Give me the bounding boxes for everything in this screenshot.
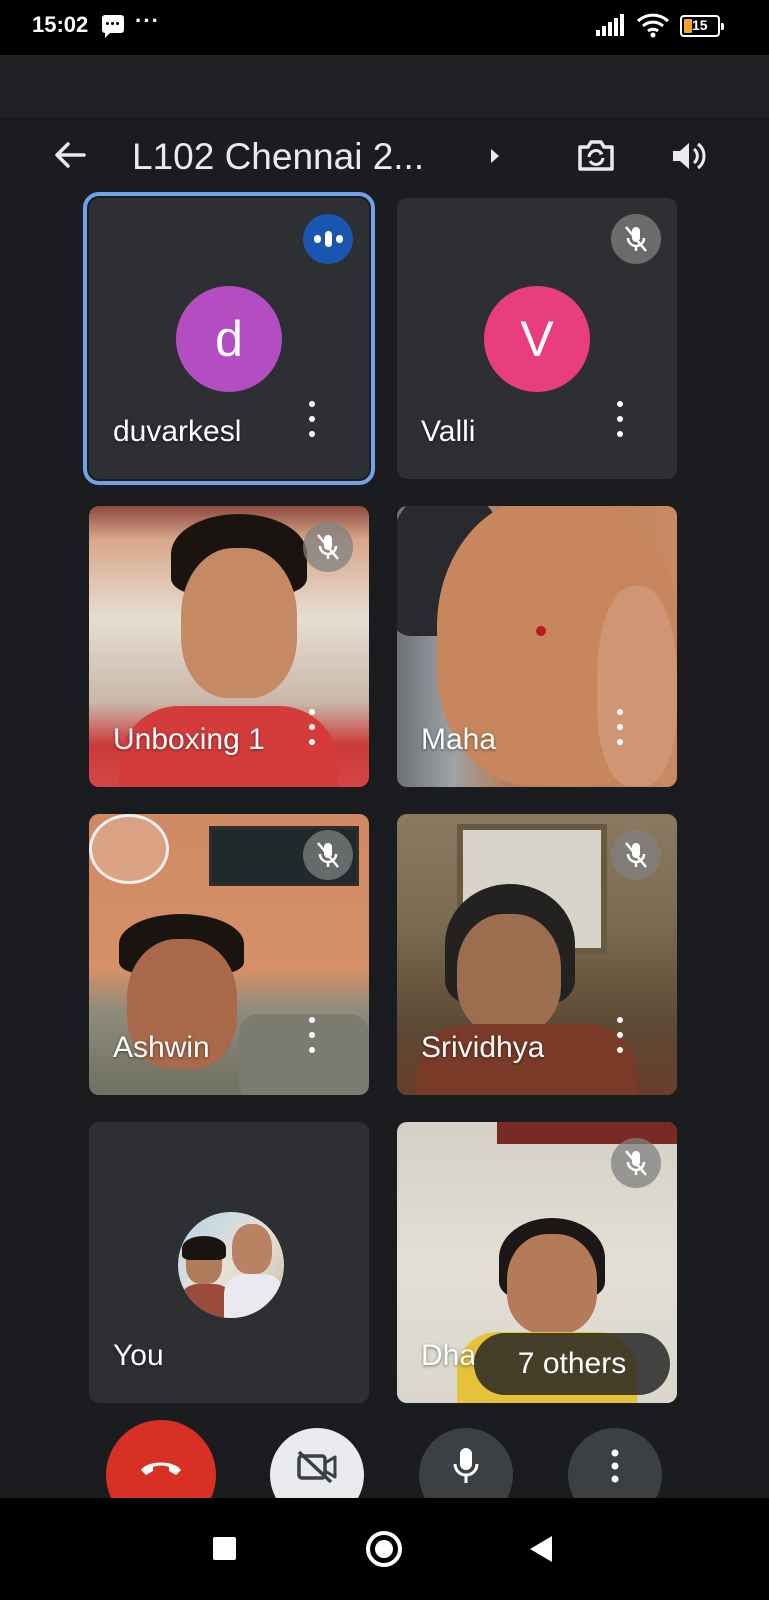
recents-icon[interactable] [213,1537,236,1560]
participant-name: Ashwin [113,1031,210,1064]
participant-name: Valli [421,415,476,448]
avatar: V [484,286,590,392]
signal-icon [596,14,624,36]
participant-name: You [113,1339,164,1372]
participant-tile[interactable]: Unboxing 1 [89,506,369,787]
mic-off-icon [303,830,353,880]
phone-hangup-icon [141,1462,181,1475]
participant-name: Dha [421,1339,477,1372]
status-time: 15:02 [32,12,89,37]
participant-name: duvarkesl [113,415,242,448]
chevron-right-icon[interactable] [488,147,502,165]
mic-off-icon [611,830,661,880]
more-vert-icon [611,1449,619,1483]
participant-name: Maha [421,723,497,756]
more-vert-icon[interactable] [307,709,317,745]
camera-off-icon [297,1450,337,1484]
system-nav-bar [0,1498,769,1600]
self-avatar [178,1212,284,1318]
more-vert-icon[interactable] [615,709,625,745]
more-vert-icon[interactable] [615,1017,625,1053]
meeting-title[interactable]: L102 Chennai 2... [132,136,424,178]
battery-fill [684,19,692,33]
participant-name: Srividhya [421,1031,545,1064]
switch-camera-icon[interactable] [574,135,618,175]
volume-icon[interactable] [668,136,708,176]
mic-off-icon [611,1138,661,1188]
speaking-indicator-icon [303,214,353,264]
more-notifications-icon: ··· [135,8,160,33]
participant-tile[interactable]: Srividhya [397,814,677,1095]
participant-tile[interactable]: Maha [397,506,677,787]
top-band [0,55,769,118]
status-bar: 15:02 ··· 15 [0,0,769,55]
battery-level: 15 [692,17,708,33]
microphone-icon [453,1448,479,1483]
more-vert-icon[interactable] [307,401,317,437]
back-icon[interactable] [530,1536,552,1562]
mic-off-icon [611,214,661,264]
participant-tile[interactable]: V Valli [397,198,677,479]
participant-name: Unboxing 1 [113,723,265,756]
participant-tile[interactable]: d duvarkesl [83,192,375,485]
battery-icon: 15 [680,15,724,37]
arrow-left-icon[interactable] [50,135,90,175]
mic-off-icon [303,522,353,572]
wifi-icon [636,13,670,38]
avatar: d [176,286,282,392]
home-icon[interactable] [366,1531,402,1567]
others-chip[interactable]: 7 others [474,1333,670,1395]
more-vert-icon[interactable] [615,401,625,437]
participant-tile[interactable]: Ashwin [89,814,369,1095]
message-notification-icon [102,15,124,38]
more-vert-icon[interactable] [307,1017,317,1053]
